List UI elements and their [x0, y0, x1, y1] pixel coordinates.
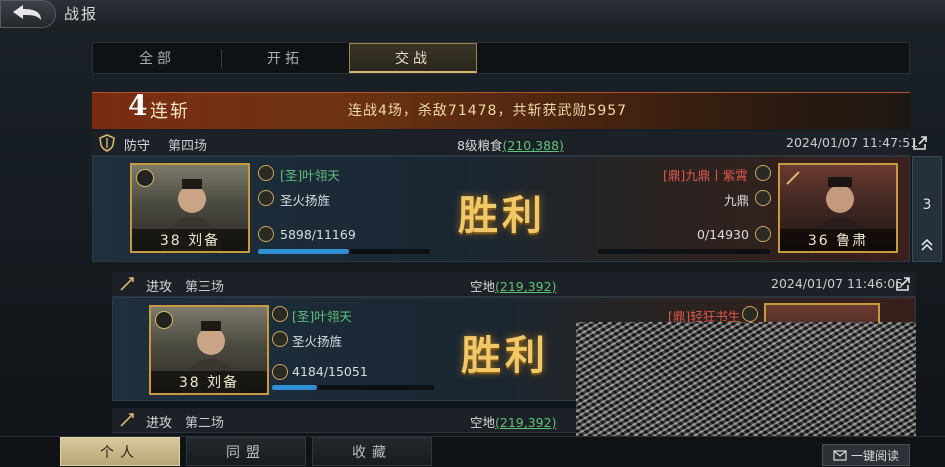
army-name: 圣火扬旌: [280, 193, 331, 208]
share-icon[interactable]: [895, 276, 911, 292]
troops-bar: [272, 385, 434, 390]
tab-explore[interactable]: 开拓: [221, 43, 349, 73]
top-bar: [0, 0, 945, 30]
bottom-tab-alliance[interactable]: 同盟: [186, 437, 306, 466]
player-name[interactable]: [圣]叶翎天: [280, 165, 340, 184]
report-type: 进攻: [146, 416, 173, 431]
streak-label: 连斩: [150, 101, 190, 122]
read-all-button[interactable]: 一键阅读: [822, 444, 910, 466]
enemy-troops-bar: [598, 249, 770, 254]
sword-icon: [120, 277, 134, 291]
report-timestamp: 2024/01/07 11:46:05: [771, 276, 904, 291]
troops-count: 5898/11169: [280, 227, 356, 242]
troops-bar: [258, 249, 430, 254]
share-icon[interactable]: [912, 135, 928, 151]
troops-count: 4184/15051: [292, 364, 368, 379]
player-icon: [272, 306, 288, 322]
terrain-label: 8级粮食: [457, 138, 503, 153]
tab-all[interactable]: 全部: [93, 43, 221, 73]
back-arrow-icon: [13, 5, 41, 20]
double-chevron-up-icon[interactable]: [919, 237, 935, 253]
shield-icon: [99, 134, 115, 152]
enemy-player-name[interactable]: [鼎]九鼎丨紫霄: [663, 165, 748, 184]
back-button[interactable]: [0, 0, 56, 28]
report-round: 第四场: [168, 139, 208, 154]
bottom-tab-favorites[interactable]: 收藏: [312, 437, 432, 466]
expand-panel[interactable]: 3: [912, 156, 942, 262]
terrain-coords-link[interactable]: (219,392): [495, 415, 556, 430]
player-name[interactable]: [圣]叶翎天: [292, 306, 352, 325]
army-icon: [258, 190, 274, 206]
enemy-general-name: 36 鲁肃: [780, 229, 896, 251]
enemy-army-name: 九鼎: [724, 193, 750, 208]
troops-bar-fill: [272, 385, 318, 390]
troops-bar-fill: [258, 249, 350, 254]
flag-icon: [272, 364, 288, 380]
page-title: 战报: [64, 5, 99, 23]
army-icon: [272, 331, 288, 347]
general-name: 38 刘备: [151, 371, 267, 393]
report-round: 第二场: [185, 416, 225, 431]
flag-icon: [258, 226, 274, 242]
sword-icon: [120, 413, 134, 427]
enemy-player-icon: [742, 306, 758, 322]
obscured-region-overlay: [576, 322, 916, 436]
army-name: 圣火扬旌: [292, 334, 343, 349]
tab-battle[interactable]: 交战: [349, 43, 477, 73]
enemy-troops-count: 0/14930: [697, 227, 749, 242]
battle-result: 胜利: [458, 192, 546, 239]
streak-summary: 连战4场，杀敌71478，共斩获武勋5957: [348, 103, 628, 119]
enemy-army-icon: [755, 190, 771, 206]
general-name: 38 刘备: [132, 229, 248, 251]
player-icon: [258, 165, 274, 181]
read-all-label: 一键阅读: [850, 448, 899, 463]
terrain-label: 空地: [470, 279, 496, 294]
general-portrait[interactable]: 38 刘备: [130, 163, 250, 253]
enemy-general-portrait[interactable]: 36 鲁肃: [778, 163, 898, 253]
terrain: 空地(219,392): [470, 276, 556, 295]
enemy-flag-icon: [755, 226, 771, 242]
terrain: 8级粮食(210,388): [457, 135, 564, 154]
bottom-tab-personal[interactable]: 个人: [60, 437, 180, 466]
mail-icon: [833, 450, 847, 461]
enemy-player-icon: [755, 165, 771, 181]
terrain-label: 空地: [470, 415, 496, 430]
report-type: 进攻: [146, 280, 173, 295]
category-tabs: 全部 开拓 交战: [92, 42, 910, 74]
report-round: 第三场: [185, 280, 225, 295]
general-portrait[interactable]: 38 刘备: [149, 305, 269, 395]
terrain-coords-link[interactable]: (210,388): [502, 138, 563, 153]
report-timestamp: 2024/01/07 11:47:51: [786, 135, 919, 150]
side-count: 3: [922, 197, 932, 213]
report-type: 防守: [124, 139, 151, 154]
terrain-coords-link[interactable]: (219,392): [495, 279, 556, 294]
terrain: 空地(219,392): [470, 412, 556, 431]
battle-result: 胜利: [461, 332, 549, 379]
streak-count: 4: [128, 89, 148, 122]
